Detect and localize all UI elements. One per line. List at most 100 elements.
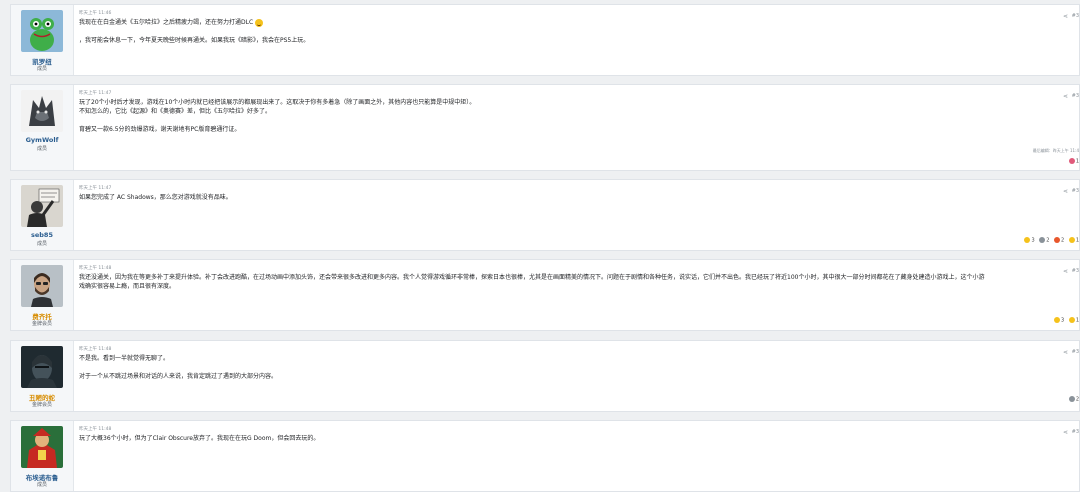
grin-emoji-icon xyxy=(255,18,264,27)
post-content: 昨天上午 11:48 不是我。看到一半就觉得无聊了。 对于一个从不跳过场景和对话… xyxy=(79,345,1079,411)
reaction-count: 2 xyxy=(1046,237,1050,244)
post-line: 如果您完成了 AC Shadows，那么您对游戏就没有品味。 xyxy=(79,194,232,201)
reaction[interactable]: 1 xyxy=(1068,237,1079,244)
heart-reaction-icon xyxy=(1068,158,1075,164)
user-title: 金牌会员 xyxy=(31,402,52,408)
post-content: 昨天上午 11:47 玩了20个小时后才发现，游戏在10个小时内就已经把该展示的… xyxy=(79,89,1079,170)
username[interactable]: seb85 xyxy=(11,231,73,239)
reactions-bar[interactable]: 1 xyxy=(1066,158,1079,165)
share-icon[interactable]: ⋖ xyxy=(1063,268,1068,275)
reaction[interactable]: 1 xyxy=(1068,317,1079,324)
post-number[interactable]: #3 xyxy=(1072,188,1079,194)
share-icon[interactable]: ⋖ xyxy=(1063,13,1068,20)
post-line-gap xyxy=(79,116,1079,125)
post-line-gap xyxy=(79,27,1079,36)
post-line: 不是我。看到一半就觉得无聊了。 xyxy=(79,355,170,362)
post-time[interactable]: 昨天上午 11:46 xyxy=(79,9,1079,18)
post-line: ，我可能会休息一下，今年夏天晚些时候再通关。如果我玩《暗影》，我会在PS5上玩。 xyxy=(79,37,310,44)
reactions-bar[interactable]: 3 1 xyxy=(1051,317,1079,324)
laugh-reaction-icon xyxy=(1054,317,1061,323)
post-body: 不是我。看到一半就觉得无聊了。 对于一个从不跳过场景和对话的人来说，我肯定跳过了… xyxy=(79,354,1079,381)
post-time[interactable]: 昨天上午 11:48 xyxy=(79,345,1079,354)
post-time[interactable]: 昨天上午 11:47 xyxy=(79,184,1079,193)
username[interactable]: GymWolf xyxy=(11,136,73,144)
post: GymWolf 成员 昨天上午 11:47 玩了20个小时后才发现，游戏在10个… xyxy=(10,84,1080,171)
post: 布埃诺布鲁 成员 昨天上午 11:48 玩了大概36个小时，但为了Clair O… xyxy=(10,420,1080,492)
post-content: 昨天上午 11:48 我还没通关，因为我在等更多补丁来提升体验。补丁会改进跑酷，… xyxy=(79,264,1079,330)
post-line: 戏确实很容易上瘾，而且很有深度。 xyxy=(79,283,176,290)
post-number[interactable]: #3 xyxy=(1072,349,1079,355)
post-number[interactable]: #3 xyxy=(1072,429,1079,435)
post-time[interactable]: 昨天上午 11:48 xyxy=(79,264,1079,273)
user-title: 成员 xyxy=(36,146,47,152)
post-body: 我还没通关，因为我在等更多补丁来提升体验。补丁会改进跑酷，在过场动画中添加头饰，… xyxy=(79,273,1079,291)
reaction-count: 1 xyxy=(1075,237,1079,244)
user-title: 成员 xyxy=(36,241,47,247)
share-icon[interactable]: ⋖ xyxy=(1063,429,1068,436)
avatar[interactable] xyxy=(21,265,63,307)
smile-reaction-icon xyxy=(1068,317,1075,323)
reactions-bar[interactable]: 2 xyxy=(1066,396,1079,403)
reaction[interactable]: 3 xyxy=(1054,317,1064,324)
reaction-count: 2 xyxy=(1075,396,1079,403)
post-line-gap xyxy=(79,363,1079,372)
avatar[interactable] xyxy=(21,426,63,468)
post-content: 昨天上午 11:48 玩了大概36个小时，但为了Clair Obscure放弃了… xyxy=(79,425,1079,491)
post-number[interactable]: #3 xyxy=(1072,13,1079,19)
post-number[interactable]: #3 xyxy=(1072,268,1079,274)
user-title: 金牌会员 xyxy=(31,321,52,327)
laugh-reaction-icon xyxy=(1024,237,1031,243)
post: 丑陋的蛇 金牌会员 昨天上午 11:48 不是我。看到一半就觉得无聊了。 对于一… xyxy=(10,340,1080,412)
post-time[interactable]: 昨天上午 11:47 xyxy=(79,89,1079,98)
reaction[interactable]: 2 xyxy=(1039,237,1049,244)
reaction[interactable]: 2 xyxy=(1068,396,1079,403)
fire-reaction-icon xyxy=(1054,237,1061,243)
avatar[interactable] xyxy=(21,90,63,132)
post-body: 如果您完成了 AC Shadows，那么您对游戏就没有品味。 xyxy=(79,193,1079,202)
reaction[interactable]: 1 xyxy=(1068,158,1079,165)
share-icon[interactable]: ⋖ xyxy=(1063,93,1068,100)
post: 凯罗纽 成员 昨天上午 11:46 我现在在白金通关《五尔哈拉》之后精疲力竭，还… xyxy=(10,4,1080,76)
post-line: 玩了大概36个小时，但为了Clair Obscure放弃了。我现在在玩G Doo… xyxy=(79,435,320,442)
avatar[interactable] xyxy=(21,346,63,388)
post-time[interactable]: 昨天上午 11:48 xyxy=(79,425,1079,434)
reaction[interactable]: 2 xyxy=(1054,237,1064,244)
last-edited-note: 最后编辑：昨天上午 11:4 xyxy=(1032,148,1079,153)
post-number[interactable]: #3 xyxy=(1072,93,1079,99)
reaction-count: 3 xyxy=(1031,237,1035,244)
avatar[interactable] xyxy=(21,10,63,52)
user-cell: GymWolf 成员 xyxy=(11,85,74,170)
thumbs-up-reaction-icon xyxy=(1068,396,1075,402)
post-body: 玩了20个小时后才发现，游戏在10个小时内就已经把该展示的都展现出来了。这取决于… xyxy=(79,98,1079,134)
post-body: 玩了大概36个小时，但为了Clair Obscure放弃了。我现在在玩G Doo… xyxy=(79,434,1079,443)
user-cell: 布埃诺布鲁 成员 xyxy=(11,421,74,491)
post-line: 育碧又一款6.5分的劲爆游戏，谢天谢地有PC版育碧通行证。 xyxy=(79,126,241,133)
user-cell: 凯罗纽 成员 xyxy=(11,5,74,75)
reaction-count: 2 xyxy=(1061,237,1065,244)
thumbs-up-reaction-icon xyxy=(1039,237,1046,243)
post-line: 我现在在白金通关《五尔哈拉》之后精疲力竭，还在努力打通DLC xyxy=(79,18,1079,27)
post-content: 昨天上午 11:46 我现在在白金通关《五尔哈拉》之后精疲力竭，还在努力打通DL… xyxy=(79,9,1079,75)
reaction[interactable]: 3 xyxy=(1024,237,1035,244)
reaction-count: 1 xyxy=(1075,317,1079,324)
post-line: 玩了20个小时后才发现，游戏在10个小时内就已经把该展示的都展现出来了。这取决于… xyxy=(79,99,476,106)
post: 费齐托 金牌会员 昨天上午 11:48 我还没通关，因为我在等更多补丁来提升体验… xyxy=(10,259,1080,331)
post-line: 对于一个从不跳过场景和对话的人来说，我肯定跳过了遇到的大部分内容。 xyxy=(79,373,278,380)
reaction-count: 1 xyxy=(1075,158,1079,165)
smile-reaction-icon xyxy=(1068,237,1075,243)
user-cell: 丑陋的蛇 金牌会员 xyxy=(11,341,74,411)
post: seb85 成员 昨天上午 11:47 如果您完成了 AC Shadows，那么… xyxy=(10,179,1080,251)
reaction-count: 3 xyxy=(1061,317,1065,324)
user-title: 成员 xyxy=(36,66,47,72)
avatar[interactable] xyxy=(21,185,63,227)
share-icon[interactable]: ⋖ xyxy=(1063,188,1068,195)
post-line: 不知怎么的，它比《起源》和《奥德赛》差，但比《五尔哈拉》好多了。 xyxy=(79,108,272,115)
user-cell: 费齐托 金牌会员 xyxy=(11,260,74,330)
post-line-text: 我现在在白金通关《五尔哈拉》之后精疲力竭，还在努力打通DLC xyxy=(79,19,254,26)
share-icon[interactable]: ⋖ xyxy=(1063,349,1068,356)
user-cell: seb85 成员 xyxy=(11,180,74,250)
post-content: 昨天上午 11:47 如果您完成了 AC Shadows，那么您对游戏就没有品味… xyxy=(79,184,1079,250)
reactions-bar[interactable]: 3 2 2 1 xyxy=(1021,237,1079,244)
post-body: 我现在在白金通关《五尔哈拉》之后精疲力竭，还在努力打通DLC ，我可能会休息一下… xyxy=(79,18,1079,45)
post-line: 我还没通关，因为我在等更多补丁来提升体验。补丁会改进跑酷，在过场动画中添加头饰，… xyxy=(79,274,985,281)
